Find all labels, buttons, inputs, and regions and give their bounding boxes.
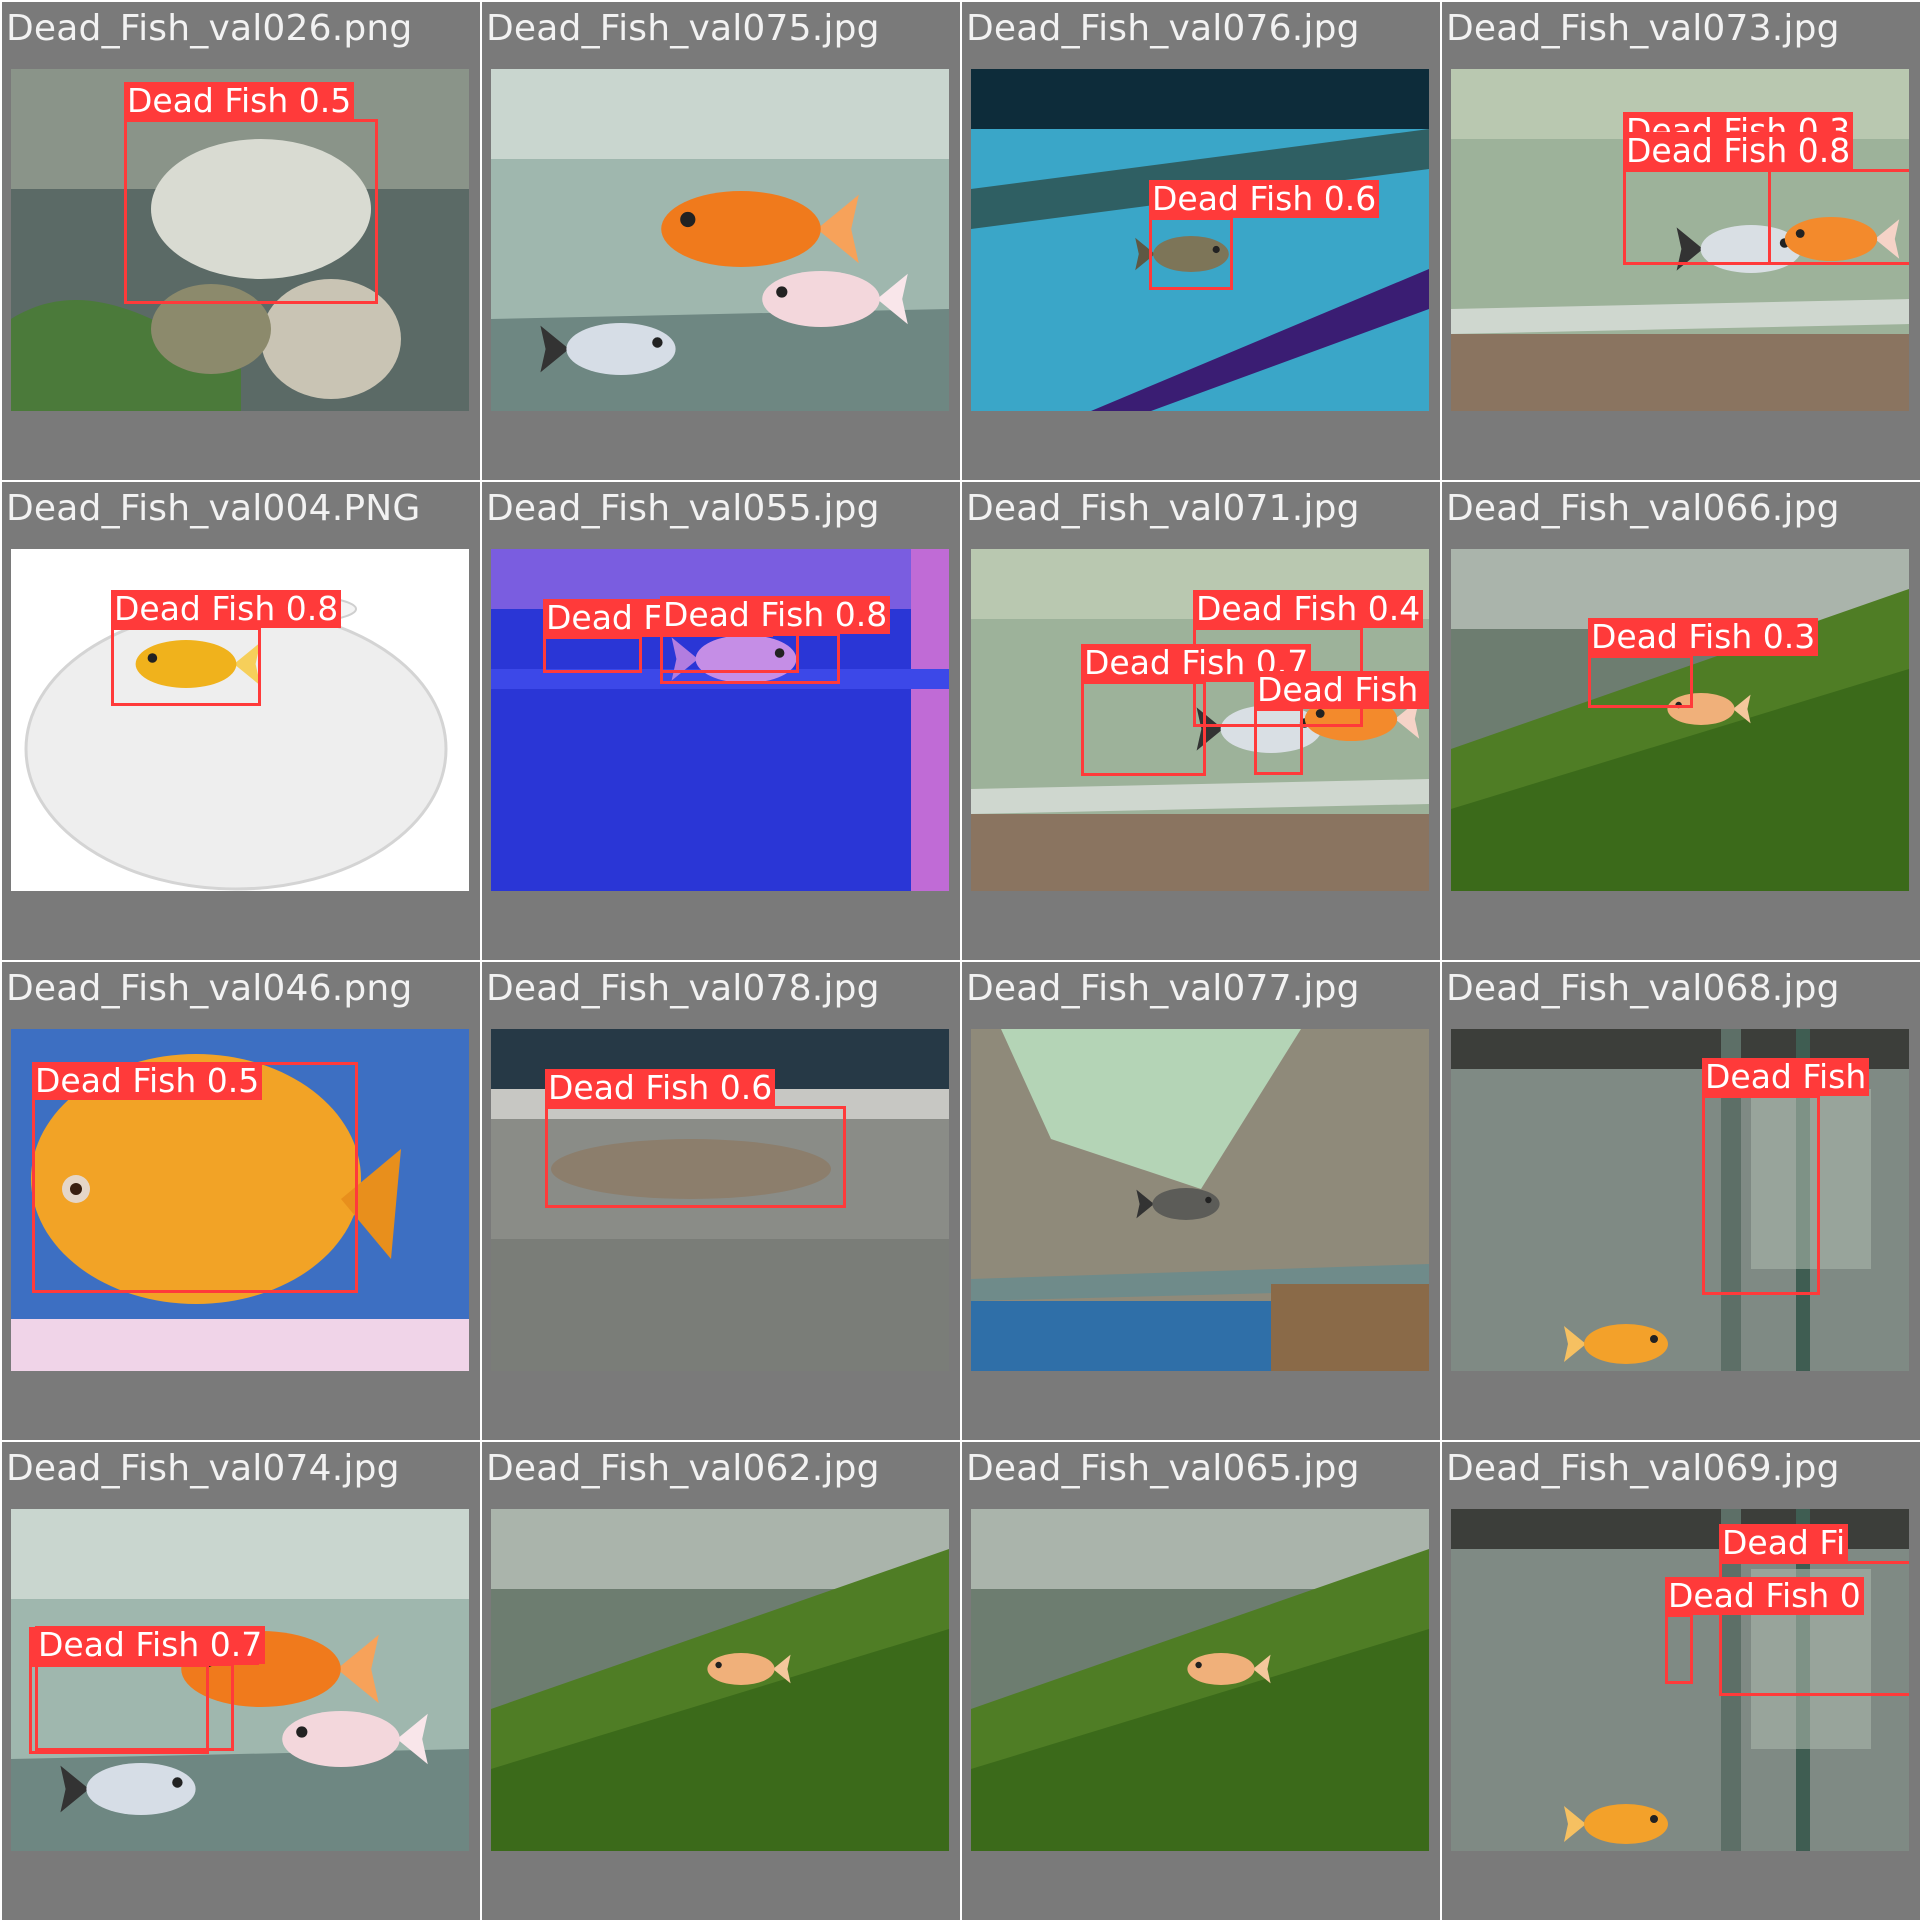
aquarium-photo: Dead Fish 0.5	[11, 1029, 469, 1371]
detection-label: Dead Fish 0.3	[1588, 618, 1819, 656]
result-tile[interactable]: Dead_Fish_val065.jpg	[962, 1442, 1440, 1920]
aquarium-photo: Dead Fish 0.6	[971, 69, 1429, 411]
image-filename: Dead_Fish_val068.jpg	[1446, 968, 1840, 1009]
result-tile[interactable]: Dead_Fish_val069.jpg Dead Fi Dead Fish 0	[1442, 1442, 1920, 1920]
detection-box: Dead Fish 0.8	[111, 590, 342, 706]
detection-box: Dead Fish 0.6	[1149, 180, 1380, 290]
detection-box: Dead Fish 0.5	[1254, 671, 1429, 775]
result-tile[interactable]: Dead_Fish_val062.jpg	[482, 1442, 960, 1920]
image-filename: Dead_Fish_val069.jpg	[1446, 1448, 1840, 1489]
detection-label: Dead Fish 0	[1665, 1577, 1864, 1615]
detection-box: Dead Fish 0.7	[1081, 644, 1312, 776]
detection-label: Dead Fish 0.4	[1193, 590, 1424, 628]
aquarium-photo: Dead Fish 0.5	[11, 69, 469, 411]
aquarium-photo: Dead Fish 0.8	[11, 549, 469, 891]
result-tile[interactable]: Dead_Fish_val071.jpg Dead Fish 0.4 Dead F…	[962, 482, 1440, 960]
detection-label: Dead Fish	[1702, 1058, 1870, 1096]
result-tile[interactable]: Dead_Fish_val068.jpg Dead Fish	[1442, 962, 1920, 1440]
result-tile[interactable]: Dead_Fish_val026.png Dead Fish 0.5	[2, 2, 480, 480]
detection-box: Dead Fish 0.4	[543, 599, 774, 673]
aquarium-photo	[491, 1509, 949, 1851]
result-tile[interactable]: Dead_Fish_val076.jpg Dead Fish 0.6	[962, 2, 1440, 480]
aquarium-photo: Dead Fi Dead Fish 0	[1451, 1509, 1909, 1851]
detection-label: Dead Fish 0.5	[32, 1062, 263, 1100]
image-filename: Dead_Fish_val071.jpg	[966, 488, 1360, 529]
image-filename: Dead_Fish_val066.jpg	[1446, 488, 1840, 529]
image-filename: Dead_Fish_val076.jpg	[966, 8, 1360, 49]
image-filename: Dead_Fish_val062.jpg	[486, 1448, 880, 1489]
detection-box: Dead Fish 0.7	[35, 1626, 266, 1751]
image-filename: Dead_Fish_val026.png	[6, 8, 413, 49]
detection-box: Dead Fish 0.8	[660, 596, 891, 684]
aquarium-photo: Dead Fish 0.3	[1451, 549, 1909, 891]
image-filename: Dead_Fish_val075.jpg	[486, 8, 880, 49]
detection-box: Dead Fish	[1702, 1058, 1870, 1295]
aquarium-photo: Dead Fish	[1451, 1029, 1909, 1371]
detection-box: Dead Fish 0.3	[1588, 618, 1819, 708]
detection-label: Dead Fish 0.8	[660, 596, 891, 634]
aquarium-photo	[971, 1509, 1429, 1851]
detection-label: Dead Fi	[1719, 1524, 1849, 1562]
result-tile[interactable]: Dead_Fish_val066.jpg Dead Fish 0.3	[1442, 482, 1920, 960]
result-tile[interactable]: Dead_Fish_val046.png Dead Fish 0.5	[2, 962, 480, 1440]
image-filename: Dead_Fish_val055.jpg	[486, 488, 880, 529]
result-tile[interactable]: Dead_Fish_val075.jpg	[482, 2, 960, 480]
image-filename: Dead_Fish_val077.jpg	[966, 968, 1360, 1009]
result-tile[interactable]: Dead_Fish_val055.jpg Dead Fish 0.4 Dead F…	[482, 482, 960, 960]
detection-label: Dead Fish 0.5	[1254, 671, 1429, 709]
image-filename: Dead_Fish_val004.PNG	[6, 488, 421, 529]
image-filename: Dead_Fish_val046.png	[6, 968, 413, 1009]
detection-box: Dead Fish 0	[1665, 1577, 1864, 1684]
aquarium-photo: Dead Fish 0.4Dead Fish 0.4Dead Fish 0.8	[491, 549, 949, 891]
detection-box: Dead Fish 0.5	[32, 1062, 358, 1293]
aquarium-photo	[491, 69, 949, 411]
result-tile[interactable]: Dead_Fish_val078.jpg Dead Fish 0.6	[482, 962, 960, 1440]
result-tile[interactable]: Dead_Fish_val077.jpg	[962, 962, 1440, 1440]
aquarium-photo: Dead Fish 0.6	[491, 1029, 949, 1371]
detection-box: Dead Fish 0.6	[545, 1069, 846, 1208]
detection-label: Dead Fish 0.8	[111, 590, 342, 628]
detection-label: Dead Fish 0.8	[1623, 132, 1854, 170]
detection-label: Dead Fish 0.6	[545, 1069, 776, 1107]
result-tile[interactable]: Dead_Fish_val074.jpg Dead Fish 0.3Dead F…	[2, 1442, 480, 1920]
aquarium-photo: Dead Fish 0.3Dead Fish 0.7	[11, 1509, 469, 1851]
image-filename: Dead_Fish_val065.jpg	[966, 1448, 1360, 1489]
detection-label: Dead Fish 0.7	[35, 1626, 266, 1664]
aquarium-photo: Dead Fish 0.3 Dead Fish 0.8	[1451, 69, 1909, 411]
detection-label: Dead Fish 0.6	[1149, 180, 1380, 218]
detection-box: Dead Fish 0.5	[124, 82, 378, 304]
detection-results-grid: Dead_Fish_val026.png Dead Fish 0.5 Dead_F…	[0, 0, 1920, 1920]
image-filename: Dead_Fish_val078.jpg	[486, 968, 880, 1009]
image-filename: Dead_Fish_val074.jpg	[6, 1448, 400, 1489]
result-tile[interactable]: Dead_Fish_val073.jpg Dead Fish 0.3 Dead F…	[1442, 2, 1920, 480]
image-filename: Dead_Fish_val073.jpg	[1446, 8, 1840, 49]
aquarium-photo	[971, 1029, 1429, 1371]
aquarium-photo: Dead Fish 0.4 Dead Fish 0.7Dead Fish 0.5	[971, 549, 1429, 891]
detection-label: Dead Fish 0.5	[124, 82, 355, 120]
detection-box: Dead Fish 0.8	[1623, 132, 1909, 265]
result-tile[interactable]: Dead_Fish_val004.PNG Dead Fish 0.8	[2, 482, 480, 960]
